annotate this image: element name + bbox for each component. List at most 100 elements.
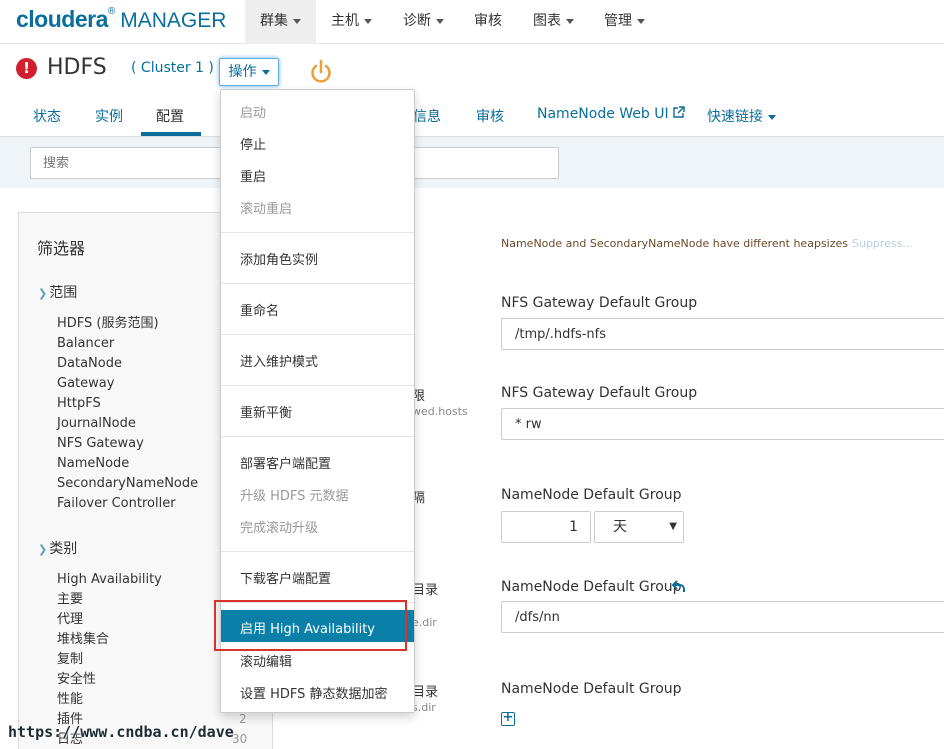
annotation-highlight-box bbox=[214, 600, 407, 651]
group-label: NameNode Default Group bbox=[501, 681, 682, 697]
nav-audits[interactable]: 审核 bbox=[474, 0, 502, 44]
tab-instances[interactable]: 实例 bbox=[95, 106, 123, 126]
tab-status[interactable]: 状态 bbox=[33, 106, 61, 126]
category-item[interactable]: High Availability bbox=[57, 570, 162, 590]
menu-item-upgrade-metadata: 升级 HDFS 元数据 bbox=[240, 489, 349, 504]
count-badge: 30 bbox=[232, 732, 248, 746]
menu-item-download-client-config[interactable]: 下载客户端配置 bbox=[240, 568, 331, 587]
setting-name-fragment: 目录 bbox=[412, 583, 439, 598]
group-label: NFS Gateway Default Group bbox=[501, 385, 698, 401]
group-label: NFS Gateway Default Group bbox=[501, 295, 698, 311]
menu-item-add-role-instances[interactable]: 添加角色实例 bbox=[240, 249, 318, 268]
service-tabs bbox=[0, 92, 944, 137]
nav-charts[interactable]: 图表 bbox=[533, 0, 574, 44]
menu-item-rolling-restart: 滚动重启 bbox=[240, 202, 293, 217]
chevron-down-icon bbox=[566, 18, 574, 24]
setting-key-fragment: wed.hosts bbox=[412, 405, 468, 418]
chevron-down-icon bbox=[261, 69, 270, 75]
unit-select[interactable]: 天 ▼ bbox=[594, 511, 684, 543]
power-icon[interactable] bbox=[309, 59, 333, 85]
menu-divider bbox=[221, 334, 414, 335]
error-icon[interactable]: ! bbox=[16, 58, 37, 79]
chevron-down-icon: ▼ bbox=[669, 521, 677, 532]
tab-configuration[interactable]: 配置 bbox=[156, 106, 184, 126]
menu-divider bbox=[221, 436, 414, 437]
scope-item[interactable]: HttpFS bbox=[57, 394, 198, 414]
category-item[interactable]: 性能 bbox=[57, 690, 162, 710]
menu-divider bbox=[221, 232, 414, 233]
chevron-down-icon bbox=[293, 18, 301, 24]
config-input[interactable] bbox=[501, 601, 944, 633]
menu-item-finish-rolling-upgrade: 完成滚动升级 bbox=[240, 521, 319, 536]
config-input[interactable] bbox=[501, 318, 944, 350]
menu-item-start: 启动 bbox=[240, 106, 267, 121]
config-input[interactable] bbox=[501, 408, 944, 440]
category-item[interactable]: 代理 bbox=[57, 610, 162, 630]
category-item[interactable]: 复制 bbox=[57, 650, 162, 670]
scope-item[interactable]: JournalNode bbox=[57, 414, 198, 434]
menu-item-maintenance-mode[interactable]: 进入维护模式 bbox=[240, 351, 318, 370]
nav-clusters[interactable]: 群集 bbox=[245, 0, 316, 44]
menu-divider bbox=[221, 551, 414, 552]
chevron-down-icon bbox=[436, 18, 444, 24]
actions-dropdown-button[interactable]: 操作 bbox=[219, 58, 279, 86]
tab-info[interactable]: 信息 bbox=[413, 106, 441, 126]
brand-name: cloudera bbox=[16, 6, 108, 32]
brand-product: MANAGER bbox=[120, 9, 227, 32]
menu-item-rename[interactable]: 重命名 bbox=[240, 300, 279, 319]
menu-item-rebalance[interactable]: 重新平衡 bbox=[240, 402, 292, 421]
number-input[interactable]: 1 bbox=[501, 511, 591, 543]
undo-icon[interactable] bbox=[672, 579, 686, 593]
scope-list: HDFS (服务范围) Balancer DataNode Gateway Ht… bbox=[57, 314, 198, 514]
nav-admin[interactable]: 管理 bbox=[604, 0, 645, 44]
scope-item[interactable]: Balancer bbox=[57, 334, 198, 354]
scope-item[interactable]: NameNode bbox=[57, 454, 198, 474]
watermark: https://www.cndba.cn/dave bbox=[8, 723, 234, 741]
scope-item[interactable]: SecondaryNameNode bbox=[57, 474, 198, 494]
category-item[interactable]: 堆栈集合 bbox=[57, 630, 162, 650]
setting-name-fragment: 目录 bbox=[412, 685, 439, 700]
scope-item[interactable]: NFS Gateway bbox=[57, 434, 198, 454]
group-label: NameNode Default Group bbox=[501, 579, 682, 595]
category-item[interactable]: 安全性 bbox=[57, 670, 162, 690]
chevron-down-icon: ❯ bbox=[38, 287, 48, 300]
count-badge: 2 bbox=[239, 712, 247, 726]
nav-hosts[interactable]: 主机 bbox=[331, 0, 372, 44]
tab-namenode-webui[interactable]: NameNode Web UI bbox=[537, 106, 685, 122]
cluster-link[interactable]: ( Cluster 1 ) bbox=[131, 60, 214, 76]
menu-divider bbox=[221, 283, 414, 284]
top-navbar: cloudera® MANAGER 群集 主机 诊断 审核 图表 管理 bbox=[0, 0, 944, 44]
tab-quick-links[interactable]: 快速链接 bbox=[707, 106, 776, 126]
filter-scope-header[interactable]: ❯ 范围 bbox=[38, 282, 77, 302]
menu-item-restart[interactable]: 重启 bbox=[240, 166, 266, 185]
tab-audits[interactable]: 审核 bbox=[476, 106, 504, 126]
chevron-down-icon bbox=[768, 114, 776, 120]
filter-category-header[interactable]: ❯ 类别 bbox=[38, 538, 77, 558]
scope-item[interactable]: HDFS (服务范围) bbox=[57, 314, 198, 334]
suppress-link[interactable]: Suppress... bbox=[852, 237, 913, 250]
add-value-icon[interactable]: + bbox=[501, 711, 515, 726]
category-item[interactable]: 主要 bbox=[57, 590, 162, 610]
filter-title: 筛选器 bbox=[37, 239, 86, 258]
menu-item-rolling-edit[interactable]: 滚动编辑 bbox=[240, 651, 292, 670]
config-warning: NameNode and SecondaryNameNode have diff… bbox=[501, 237, 848, 250]
external-link-icon bbox=[672, 106, 685, 118]
chevron-down-icon bbox=[637, 18, 645, 24]
chevron-down-icon: ❯ bbox=[38, 543, 48, 556]
service-title: HDFS bbox=[47, 55, 107, 80]
active-tab-indicator bbox=[141, 132, 201, 136]
chevron-down-icon bbox=[364, 18, 372, 24]
scope-item[interactable]: DataNode bbox=[57, 354, 198, 374]
menu-divider bbox=[221, 385, 414, 386]
menu-item-hdfs-encryption[interactable]: 设置 HDFS 静态数据加密 bbox=[240, 683, 388, 702]
setting-key-fragment: e.dir bbox=[412, 616, 437, 629]
cloudera-manager-logo[interactable]: cloudera® MANAGER bbox=[16, 6, 226, 33]
group-label: NameNode Default Group bbox=[501, 487, 682, 503]
brand-registered: ® bbox=[107, 6, 116, 17]
setting-key-fragment: s.dir bbox=[412, 701, 436, 714]
menu-item-deploy-client-config[interactable]: 部署客户端配置 bbox=[240, 453, 331, 472]
scope-item[interactable]: Failover Controller bbox=[57, 494, 198, 514]
menu-item-stop[interactable]: 停止 bbox=[240, 134, 266, 153]
nav-diagnostics[interactable]: 诊断 bbox=[403, 0, 444, 44]
scope-item[interactable]: Gateway bbox=[57, 374, 198, 394]
